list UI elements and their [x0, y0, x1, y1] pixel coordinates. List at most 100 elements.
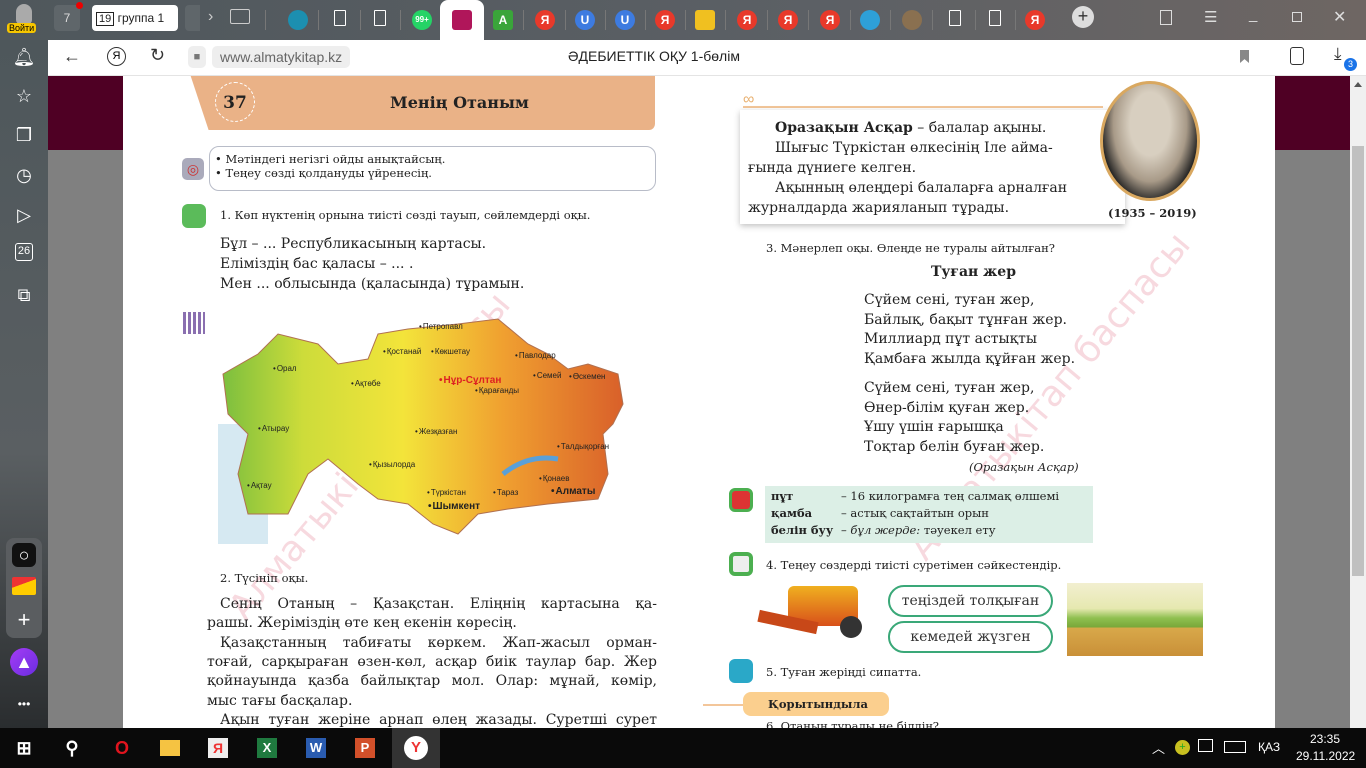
chevron-right-icon[interactable]: › [208, 8, 213, 26]
play-icon[interactable]: ▷ [12, 203, 36, 227]
document-icon[interactable] [334, 10, 346, 26]
yandex-icon[interactable]: Я [655, 10, 675, 30]
whatsapp-icon[interactable]: 99+ [412, 10, 432, 30]
calendar-icon[interactable]: 26 [15, 243, 33, 261]
paragraph-line: Сенің Отаның – Қазақстан. Еліңнің картас… [220, 596, 657, 612]
scroll-up-icon[interactable] [1354, 82, 1362, 87]
profile-button[interactable]: Войти [4, 2, 44, 38]
mail-icon[interactable] [12, 577, 36, 595]
glossary-text: – 16 килограмға тең салмақ өлшемі [841, 489, 1060, 503]
add-app-icon[interactable]: + [12, 608, 36, 632]
ornament-icon[interactable] [902, 10, 922, 30]
keyboard-icon[interactable] [1224, 741, 1246, 753]
tab-count: 7 [63, 11, 71, 25]
yandex-icon[interactable]: Я [737, 10, 757, 30]
tab-counter-button[interactable]: 7 [54, 2, 83, 31]
bookmarks-panel-icon[interactable] [1160, 10, 1172, 25]
search-icon[interactable]: ⚲ [56, 732, 88, 764]
more-icon[interactable]: ••• [12, 692, 36, 716]
map-city: Орал [273, 364, 297, 373]
history-icon[interactable]: ◷ [12, 163, 36, 187]
bookmark-icon[interactable] [1240, 50, 1249, 63]
reload-icon[interactable]: ↻ [150, 45, 165, 66]
document-icon[interactable] [374, 10, 386, 26]
language-indicator[interactable]: ҚАЗ [1258, 740, 1280, 754]
tab-group[interactable]: 19 группа 1 [92, 5, 178, 31]
excel-icon[interactable]: X [251, 732, 283, 764]
powerpoint-icon[interactable]: P [349, 732, 381, 764]
poem-line: Қамбаға жылда құйған жер. [864, 350, 1076, 367]
clock-date[interactable]: 29.11.2022 [1296, 749, 1355, 763]
conclude-label: Қорытындыла [743, 692, 889, 716]
windows-start-icon[interactable]: ⊞ [8, 732, 40, 764]
a-icon[interactable]: A [493, 10, 513, 30]
new-group-icon[interactable] [230, 9, 250, 24]
close-button[interactable]: ✕ [1333, 7, 1346, 27]
map-city: Өскемен [569, 372, 606, 381]
lock-icon: ■ [188, 46, 206, 68]
alice-icon[interactable]: ▲ [10, 648, 38, 676]
protect-icon[interactable] [1290, 47, 1304, 65]
back-icon[interactable]: ← [63, 46, 81, 67]
map-city: Ақтөбе [351, 379, 381, 388]
download-icon[interactable]: ⤓ [1334, 44, 1342, 64]
yandex-app-icon[interactable]: Я [202, 732, 234, 764]
tray-chevron-icon[interactable]: ︿ [1152, 738, 1165, 757]
collections-icon[interactable]: ❐ [12, 123, 36, 147]
u-icon[interactable]: U [575, 10, 595, 30]
browser-sidebar: 🔔︎ ☆ ❐ ◷ ▷ 26 ⧉ ○ + ▲ ••• [0, 40, 48, 728]
edge-like-icon[interactable] [288, 10, 308, 30]
star-icon[interactable]: ☆ [12, 84, 36, 108]
screenshot-icon[interactable]: ⧉ [12, 283, 36, 307]
map-city: Қонаев [539, 474, 570, 483]
opera-icon[interactable]: O [106, 732, 138, 764]
map-city: Қызылорда [369, 460, 415, 469]
paragraph-line: Қазақстанның табиғаты көркем. Жап-жасыл … [220, 634, 657, 651]
conclude-line [703, 704, 743, 706]
camera-app-icon[interactable]: ○ [12, 543, 36, 567]
poet-portrait [1100, 81, 1200, 201]
new-tab-button[interactable]: + [1072, 6, 1094, 28]
yandex-icon[interactable]: Я [1025, 10, 1045, 30]
task-1-line: Еліміздің бас қаласы – ... . [220, 256, 414, 272]
url-field[interactable]: www.almatykitap.kz [212, 46, 351, 68]
yandex-browser-icon[interactable]: Y [392, 728, 440, 768]
group-label: группа 1 [117, 11, 165, 25]
glossary-note: – бұл жерде: [841, 523, 921, 537]
simile-bubble[interactable]: кемедей жүзген [888, 621, 1053, 653]
simile-bubble[interactable]: теңіздей толқыған [888, 585, 1053, 617]
yandex-icon[interactable]: Я [778, 10, 798, 30]
scrollbar-thumb[interactable] [1352, 146, 1364, 576]
file-explorer-icon[interactable] [154, 732, 186, 764]
collapsed-group-tab[interactable] [185, 5, 200, 31]
login-label: Войти [7, 23, 37, 33]
image-icon[interactable] [695, 10, 715, 30]
yandex-icon[interactable]: Я [820, 10, 840, 30]
clock-time[interactable]: 23:35 [1310, 732, 1340, 746]
map-city: Павлодар [515, 351, 556, 360]
document-icon[interactable] [949, 10, 961, 26]
document-icon[interactable] [989, 10, 1001, 26]
almatykitap-icon[interactable] [452, 10, 472, 30]
scrollbar[interactable] [1350, 76, 1366, 728]
telegram-icon[interactable] [860, 10, 880, 30]
poem-line: Сүйем сені, туған жер, [864, 292, 1035, 308]
tray-app-icon[interactable]: + [1175, 740, 1190, 755]
qr-code-icon [183, 312, 205, 334]
yandex-home-icon[interactable]: Я [107, 47, 126, 66]
map-city: Талдықорған [557, 442, 609, 451]
book-spread: Алматыкітап баспасы Алматыкітап баспасы … [123, 76, 1275, 728]
restore-button[interactable] [1292, 12, 1302, 22]
lesson-title: Менің Отаным [390, 93, 529, 112]
menu-icon[interactable]: ☰ [1204, 8, 1217, 26]
u-icon[interactable]: U [615, 10, 635, 30]
yandex-icon[interactable]: Я [535, 10, 555, 30]
dictionary-icon [729, 488, 753, 512]
map-city: Петропавл [419, 322, 463, 331]
minimize-button[interactable]: _ [1249, 6, 1257, 23]
task-6: 6. Отаның туралы не білдің? [766, 719, 939, 728]
notifications-icon[interactable] [1198, 739, 1213, 752]
bell-icon[interactable]: 🔔︎ [12, 45, 36, 69]
word-icon[interactable]: W [300, 732, 332, 764]
map-city: Көкшетау [431, 347, 470, 356]
